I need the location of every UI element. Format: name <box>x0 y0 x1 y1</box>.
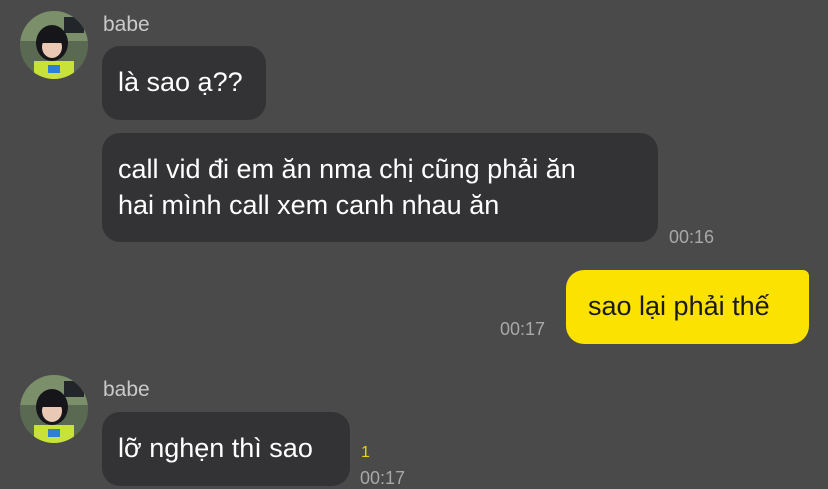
sender-avatar[interactable] <box>20 375 88 443</box>
profile-photo-girl-icon <box>20 11 88 79</box>
message-text-line: hai mình call xem canh nhau ăn <box>118 190 500 220</box>
unread-count: 1 <box>361 444 370 461</box>
sender-name: babe <box>103 378 150 401</box>
message-text-line: call vid đi em ăn nma chị cũng phải ăn <box>118 154 576 184</box>
outgoing-message-bubble[interactable]: sao lại phải thế <box>566 270 809 344</box>
sender-avatar[interactable] <box>20 11 88 79</box>
message-timestamp: 00:17 <box>500 319 546 339</box>
incoming-message-bubble[interactable]: call vid đi em ăn nma chị cũng phải ăn h… <box>102 133 658 242</box>
message-timestamp: 00:17 <box>360 468 406 488</box>
message-timestamp: 00:16 <box>669 227 715 247</box>
incoming-message-bubble[interactable]: là sao ạ?? <box>102 46 266 120</box>
profile-photo-girl-icon <box>20 375 88 443</box>
message-text: lỡ nghẹn thì sao <box>118 433 313 463</box>
message-text: là sao ạ?? <box>118 67 243 97</box>
sender-name: babe <box>103 13 150 36</box>
message-text: sao lại phải thế <box>588 291 770 321</box>
incoming-message-bubble[interactable]: lỡ nghẹn thì sao <box>102 412 350 486</box>
